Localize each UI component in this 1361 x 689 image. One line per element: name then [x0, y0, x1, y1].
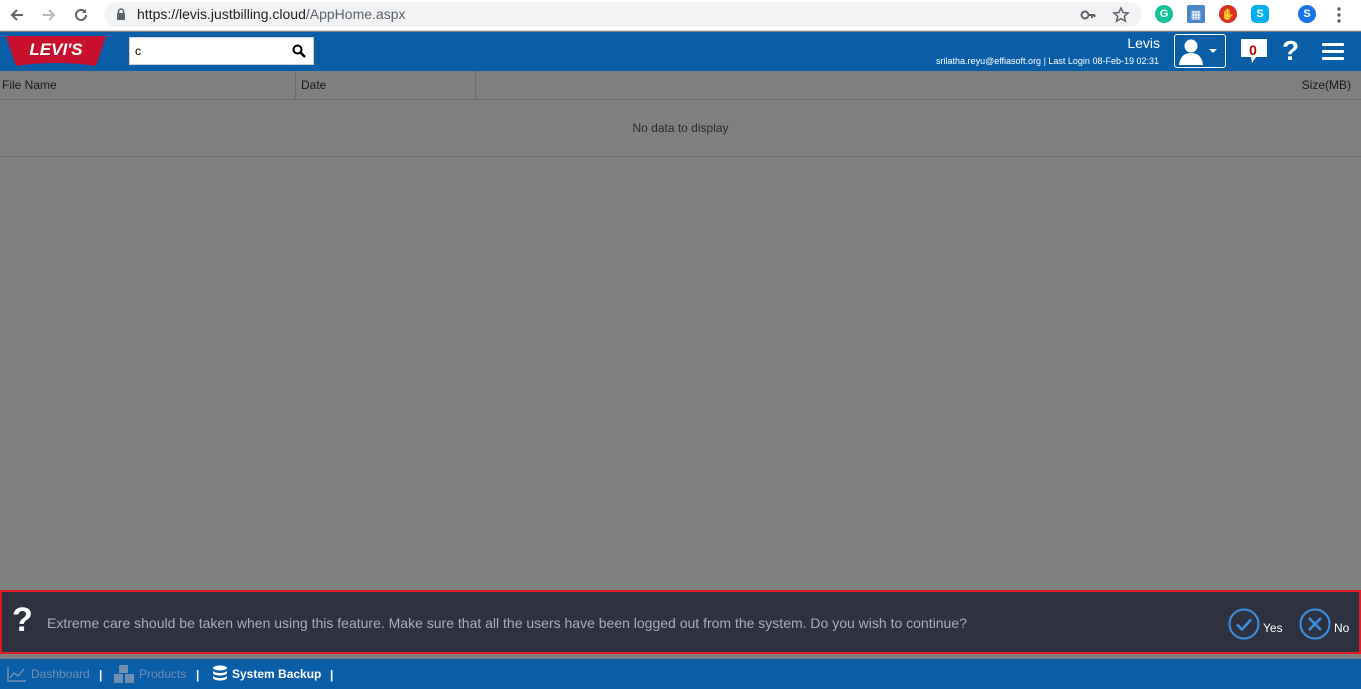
kebab-menu-icon — [1337, 7, 1341, 23]
check-circle-icon — [1228, 608, 1260, 640]
url-path: /AppHome.aspx — [305, 6, 406, 22]
boxes-icon — [114, 665, 134, 683]
user-name: Levis — [1127, 35, 1160, 51]
profile-avatar-icon[interactable]: S — [1298, 5, 1316, 23]
app-header: LEVI'S Levis srilatha.reyu@effiasoft.org… — [0, 32, 1361, 71]
user-profile-button[interactable] — [1174, 34, 1226, 68]
hamburger-menu-icon[interactable] — [1322, 43, 1344, 61]
help-icon[interactable]: ? — [1282, 34, 1299, 68]
close-circle-icon — [1299, 608, 1331, 640]
confirmation-message: Extreme care should be taken when using … — [47, 615, 967, 631]
user-login-info: srilatha.reyu@effiasoft.org | Last Login… — [936, 56, 1159, 66]
reload-button[interactable] — [69, 3, 93, 27]
no-label: No — [1334, 621, 1350, 635]
levis-logo[interactable]: LEVI'S — [4, 34, 108, 68]
search-input[interactable] — [130, 38, 288, 64]
browser-menu-button[interactable] — [1327, 3, 1351, 27]
adblock-extension-icon[interactable]: ✋ — [1219, 5, 1237, 23]
key-icon[interactable] — [1079, 6, 1097, 24]
database-icon — [213, 665, 227, 681]
breadcrumb-dashboard[interactable]: Dashboard — [7, 659, 90, 689]
notification-count: 0 — [1249, 42, 1257, 58]
back-button[interactable] — [5, 3, 29, 27]
chart-line-icon — [7, 667, 26, 682]
browser-toolbar: https://levis.justbilling.cloud/AppHome.… — [0, 0, 1361, 31]
search-field[interactable] — [129, 37, 314, 65]
breadcrumb-separator: | — [196, 668, 200, 682]
no-button[interactable]: No — [1299, 608, 1349, 640]
forward-arrow-icon — [43, 9, 56, 21]
search-icon[interactable] — [292, 44, 306, 58]
breadcrumb-products-label: Products — [139, 667, 187, 681]
reload-icon — [75, 8, 87, 21]
empty-grid-message: No data to display — [0, 100, 1361, 157]
address-bar[interactable]: https://levis.justbilling.cloud/AppHome.… — [104, 2, 1142, 27]
breadcrumb-system-backup-label: System Backup — [232, 667, 322, 681]
grammarly-extension-icon[interactable]: G — [1155, 5, 1173, 23]
question-icon: ? — [12, 601, 33, 639]
url-text: https://levis.justbilling.cloud/AppHome.… — [137, 6, 405, 22]
grid-header: File Name Date Size(MB) — [0, 71, 1361, 100]
url-host: https://levis.justbilling.cloud — [137, 6, 306, 22]
breadcrumb-dashboard-label: Dashboard — [31, 667, 90, 681]
svg-text:LEVI'S: LEVI'S — [29, 40, 83, 59]
breadcrumb-separator: | — [99, 668, 103, 682]
skype-extension-icon[interactable]: S — [1251, 5, 1269, 23]
breadcrumb-system-backup[interactable]: System Backup — [212, 659, 321, 689]
yes-button[interactable]: Yes — [1228, 608, 1283, 640]
footer-breadcrumb: Dashboard | Products | System Backup | — [0, 659, 1361, 689]
confirmation-dialog: ? Extreme care should be taken when usin… — [0, 590, 1361, 654]
calculator-extension-icon[interactable]: ▦ — [1187, 5, 1205, 23]
back-arrow-icon — [10, 9, 23, 21]
forward-button[interactable] — [37, 3, 61, 27]
breadcrumb-separator: | — [330, 668, 334, 682]
lock-icon — [117, 8, 125, 20]
breadcrumb-products[interactable]: Products — [113, 659, 186, 689]
user-avatar-icon — [1179, 39, 1217, 65]
yes-label: Yes — [1263, 621, 1283, 635]
column-file-name[interactable]: File Name — [0, 71, 296, 100]
bookmark-star-icon[interactable] — [1112, 6, 1130, 24]
column-size[interactable]: Size(MB) — [476, 71, 1361, 100]
column-date[interactable]: Date — [296, 71, 476, 100]
